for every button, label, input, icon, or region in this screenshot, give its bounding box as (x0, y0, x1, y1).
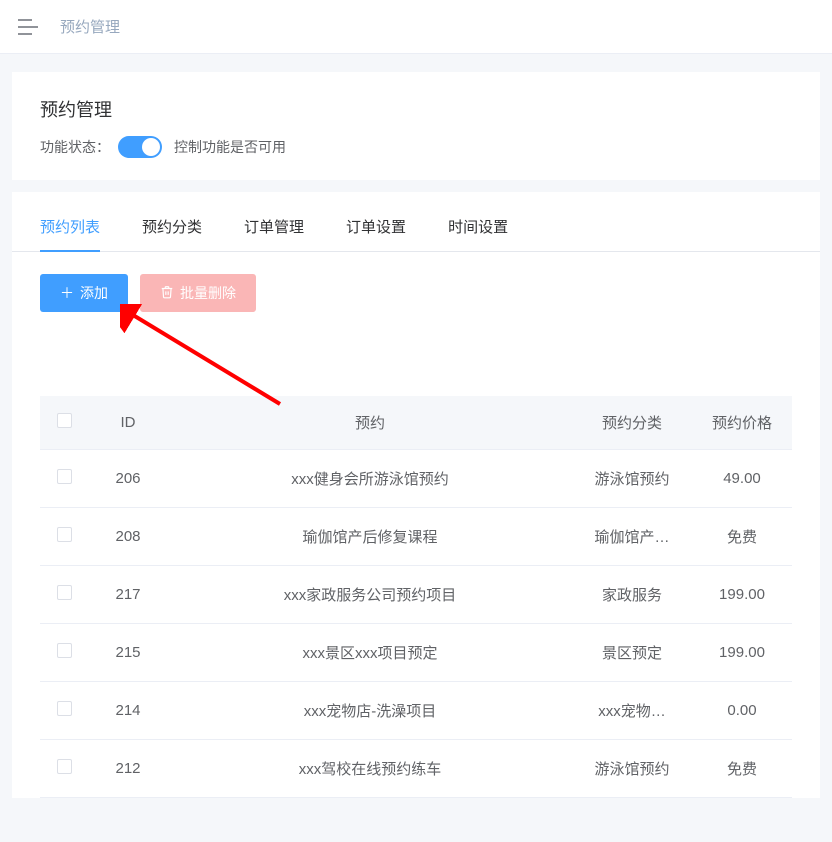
col-id: ID (88, 396, 168, 450)
cell-category: 家政服务 (572, 566, 692, 624)
row-checkbox[interactable] (57, 585, 72, 600)
row-checkbox[interactable] (57, 701, 72, 716)
cell-category: xxx宠物… (572, 682, 692, 740)
table-row[interactable]: 208 瑜伽馆产后修复课程 瑜伽馆产… 免费 (40, 508, 792, 566)
cell-name: xxx宠物店-洗澡项目 (168, 682, 572, 740)
cell-price: 免费 (692, 740, 792, 798)
tab-time-settings[interactable]: 时间设置 (448, 216, 508, 251)
col-category: 预约分类 (572, 396, 692, 450)
status-row: 功能状态： 控制功能是否可用 (40, 136, 792, 158)
cell-price: 0.00 (692, 682, 792, 740)
table-row[interactable]: 206 xxx健身会所游泳馆预约 游泳馆预约 49.00 (40, 450, 792, 508)
feature-toggle[interactable] (118, 136, 162, 158)
trash-icon (160, 285, 174, 302)
cell-id: 217 (88, 566, 168, 624)
content-panel: 预约列表 预约分类 订单管理 订单设置 时间设置 ＋ 添加 批量删除 (12, 192, 820, 798)
cell-name: xxx景区xxx项目预定 (168, 624, 572, 682)
menu-toggle-icon[interactable] (18, 19, 38, 35)
col-checkbox (40, 396, 88, 450)
col-name: 预约 (168, 396, 572, 450)
tab-order[interactable]: 订单管理 (244, 216, 304, 251)
cell-name: xxx健身会所游泳馆预约 (168, 450, 572, 508)
cell-name: xxx驾校在线预约练车 (168, 740, 572, 798)
col-price: 预约价格 (692, 396, 792, 450)
cell-price: 199.00 (692, 624, 792, 682)
appointment-table: ID 预约 预约分类 预约价格 206 xxx健身会所游泳馆预约 游泳馆预约 4… (40, 396, 792, 798)
topbar: 预约管理 (0, 0, 832, 54)
toolbar: ＋ 添加 批量删除 (12, 252, 820, 312)
table-wrap: ID 预约 预约分类 预约价格 206 xxx健身会所游泳馆预约 游泳馆预约 4… (12, 396, 820, 798)
batch-delete-button[interactable]: 批量删除 (140, 274, 256, 312)
status-label: 功能状态： (40, 137, 110, 157)
table-row[interactable]: 212 xxx驾校在线预约练车 游泳馆预约 免费 (40, 740, 792, 798)
cell-category: 游泳馆预约 (572, 740, 692, 798)
add-button-label: 添加 (80, 283, 108, 303)
cell-id: 206 (88, 450, 168, 508)
page-title: 预约管理 (40, 96, 792, 122)
row-checkbox[interactable] (57, 469, 72, 484)
tab-list[interactable]: 预约列表 (40, 216, 100, 251)
row-checkbox[interactable] (57, 527, 72, 542)
table-header-row: ID 预约 预约分类 预约价格 (40, 396, 792, 450)
status-hint: 控制功能是否可用 (174, 137, 286, 157)
tab-category[interactable]: 预约分类 (142, 216, 202, 251)
select-all-checkbox[interactable] (57, 413, 72, 428)
cell-id: 212 (88, 740, 168, 798)
row-checkbox[interactable] (57, 643, 72, 658)
cell-name: 瑜伽馆产后修复课程 (168, 508, 572, 566)
table-row[interactable]: 215 xxx景区xxx项目预定 景区预定 199.00 (40, 624, 792, 682)
tab-order-settings[interactable]: 订单设置 (346, 216, 406, 251)
plus-icon: ＋ (60, 283, 74, 303)
cell-category: 景区预定 (572, 624, 692, 682)
row-checkbox[interactable] (57, 759, 72, 774)
cell-id: 214 (88, 682, 168, 740)
add-button[interactable]: ＋ 添加 (40, 274, 128, 312)
cell-category: 游泳馆预约 (572, 450, 692, 508)
cell-price: 49.00 (692, 450, 792, 508)
settings-panel: 预约管理 功能状态： 控制功能是否可用 (12, 72, 820, 180)
batch-delete-label: 批量删除 (180, 283, 236, 303)
table-row[interactable]: 214 xxx宠物店-洗澡项目 xxx宠物… 0.00 (40, 682, 792, 740)
table-row[interactable]: 217 xxx家政服务公司预约项目 家政服务 199.00 (40, 566, 792, 624)
cell-category: 瑜伽馆产… (572, 508, 692, 566)
cell-price: 免费 (692, 508, 792, 566)
cell-id: 215 (88, 624, 168, 682)
cell-id: 208 (88, 508, 168, 566)
breadcrumb: 预约管理 (60, 16, 120, 37)
tabs: 预约列表 预约分类 订单管理 订单设置 时间设置 (12, 216, 820, 252)
cell-name: xxx家政服务公司预约项目 (168, 566, 572, 624)
cell-price: 199.00 (692, 566, 792, 624)
